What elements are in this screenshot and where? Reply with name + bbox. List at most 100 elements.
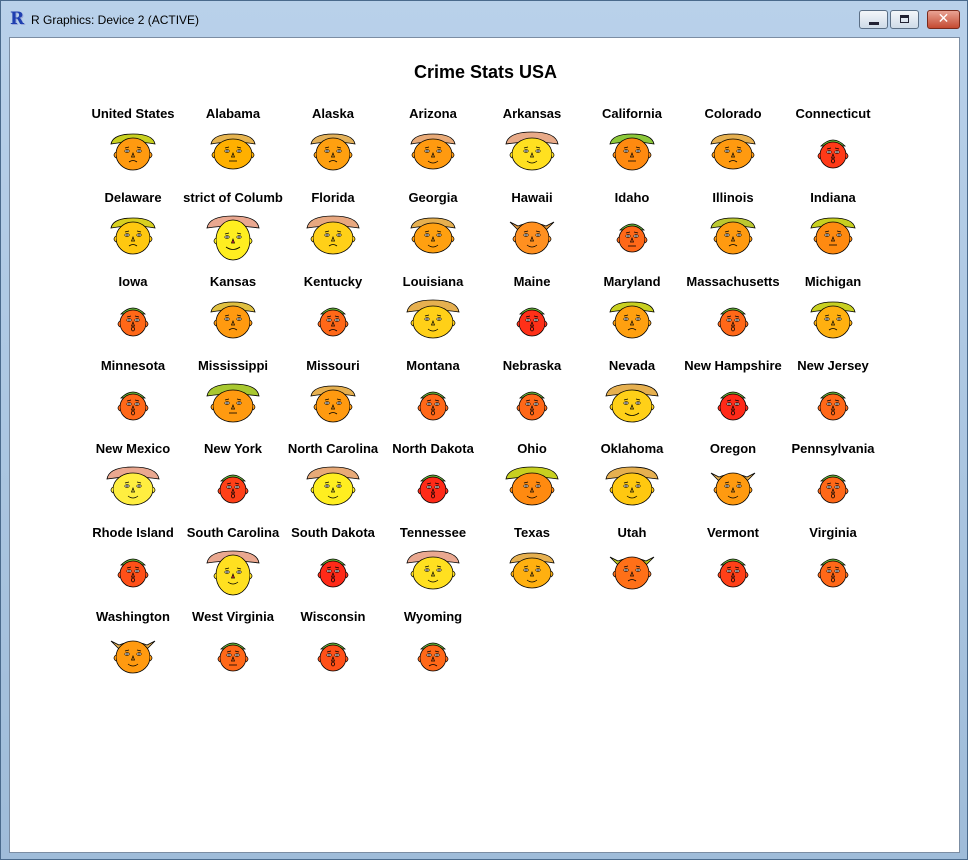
face-head: [713, 138, 753, 170]
face-head: [112, 472, 154, 506]
maximize-icon: [900, 15, 909, 23]
face-label: Missouri: [306, 358, 360, 373]
pupil-right: [236, 486, 238, 488]
face-label: Delaware: [104, 190, 162, 205]
face-head: [819, 393, 847, 421]
chernoff-face-icon: [710, 133, 756, 170]
face-head: [319, 309, 347, 337]
pupil-left: [226, 150, 228, 152]
plot-title: Crime Stats USA: [413, 62, 558, 82]
chernoff-face-icon: [509, 552, 555, 589]
pupil-left: [428, 654, 430, 656]
ear-right: [648, 570, 652, 578]
face-label: Pennsylvania: [791, 441, 875, 456]
ear-right: [249, 237, 253, 245]
pupil-right: [438, 150, 440, 152]
face-label: Georgia: [408, 190, 458, 205]
chernoff-face-icon: [810, 217, 856, 255]
close-icon: ✕: [937, 11, 950, 27]
pupil-left: [128, 403, 130, 405]
ear-right: [749, 235, 753, 243]
chernoff-face-icon: [110, 640, 156, 674]
pupil-left: [326, 485, 328, 487]
face-head: [819, 476, 847, 504]
pupil-right: [238, 402, 240, 404]
pupil-right: [138, 234, 140, 236]
pupil-right: [637, 150, 639, 152]
ear-left: [417, 655, 421, 663]
minimize-button[interactable]: [859, 10, 888, 29]
ear-left: [510, 570, 514, 578]
face-head: [212, 389, 254, 423]
ear-right: [751, 151, 755, 159]
face-label: Oklahoma: [600, 441, 664, 456]
pupil-left: [527, 319, 529, 321]
plot-canvas: Crime Stats USA United States Alabama Alas…: [9, 37, 960, 853]
ear-left: [410, 570, 414, 578]
pupil-left: [426, 234, 428, 236]
pupil-left: [625, 150, 627, 152]
pupil-right: [438, 569, 440, 571]
pupil-right: [738, 150, 740, 152]
ear-left: [612, 151, 616, 159]
ear-left: [813, 235, 817, 243]
ear-left: [609, 403, 613, 411]
chernoff-face-icon: [310, 133, 356, 171]
pupil-left: [226, 571, 228, 573]
face-head: [119, 393, 147, 421]
pupil-left: [728, 570, 730, 572]
chernoff-face-icon: [406, 299, 460, 339]
pupil-left: [126, 653, 128, 655]
pupil-left: [126, 150, 128, 152]
pupil-left: [226, 236, 228, 238]
pupil-right: [736, 403, 738, 405]
ear-left: [616, 236, 620, 244]
ear-left: [411, 235, 415, 243]
face-label: Indiana: [810, 190, 856, 205]
face-label: Alaska: [312, 106, 354, 121]
ear-left: [310, 486, 314, 494]
chernoff-face-icon: [317, 558, 349, 588]
pupil-right: [436, 486, 438, 488]
r-graphics-window: R R Graphics: Device 2 (ACTIVE) ✕ Crime …: [0, 0, 968, 860]
chernoff-face-icon: [609, 133, 655, 171]
pupil-right: [637, 318, 639, 320]
chernoff-face-icon: [817, 558, 849, 588]
window-title: R Graphics: Device 2 (ACTIVE): [31, 13, 200, 27]
ear-left: [717, 571, 721, 579]
face-label: Tennessee: [399, 525, 467, 540]
pupil-right: [635, 235, 637, 237]
pupil-right: [138, 485, 140, 487]
ear-left: [817, 404, 821, 412]
pupil-left: [126, 485, 128, 487]
face-label: Wisconsin: [300, 609, 366, 624]
chernoff-face-icon: [810, 301, 856, 339]
pupil-right: [537, 234, 539, 236]
pupil-right: [736, 570, 738, 572]
face-head: [315, 137, 351, 171]
close-button[interactable]: ✕: [927, 10, 960, 29]
maximize-button[interactable]: [890, 10, 919, 29]
face-head: [419, 393, 447, 421]
pupil-left: [828, 151, 830, 153]
ear-right: [345, 320, 349, 328]
pupil-left: [525, 150, 527, 152]
face-head: [213, 138, 253, 170]
pupil-left: [328, 570, 330, 572]
face-label: North Dakota: [392, 441, 474, 456]
ear-right: [145, 571, 149, 579]
pupil-right: [836, 151, 838, 153]
face-label: Massachusetts: [686, 274, 780, 289]
pupil-right: [238, 571, 240, 573]
title-bar[interactable]: R R Graphics: Device 2 (ACTIVE) ✕: [1, 1, 967, 37]
ear-right: [249, 319, 253, 327]
ear-left: [117, 404, 121, 412]
pupil-left: [126, 234, 128, 236]
face-head: [614, 305, 650, 339]
ear-left: [411, 151, 415, 159]
pupil-left: [627, 235, 629, 237]
face-head: [815, 305, 851, 339]
pupil-left: [625, 569, 627, 571]
ear-left: [609, 486, 613, 494]
face-head: [514, 221, 550, 255]
